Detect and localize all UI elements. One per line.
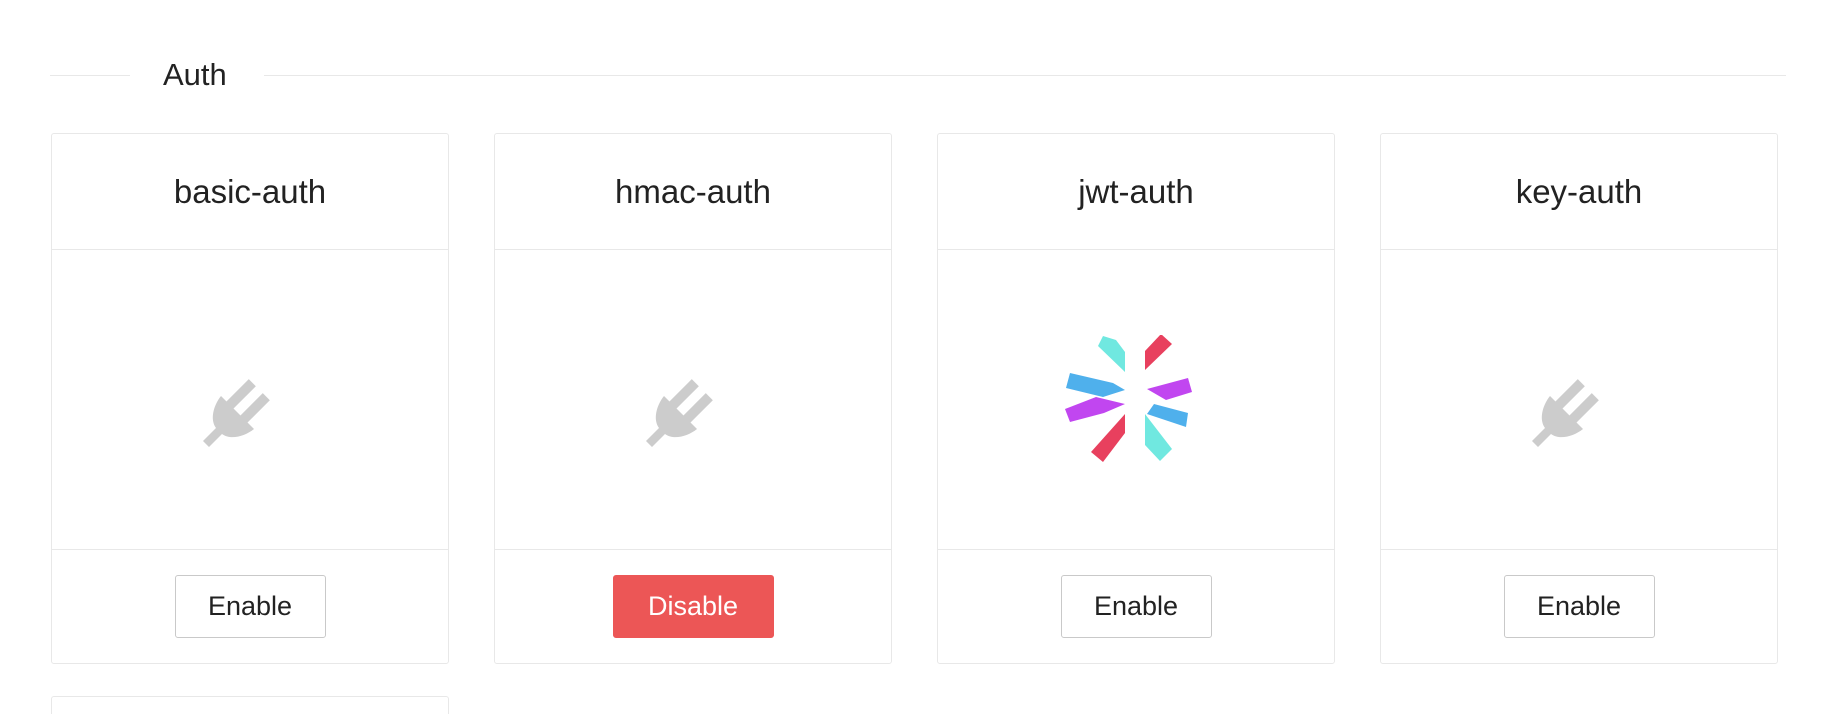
- plugins-page: Auth basic-auth Enable hmac-auth Disable…: [0, 0, 1826, 714]
- plugin-card-key-auth: key-auth Enable: [1380, 133, 1778, 664]
- enable-button[interactable]: Enable: [1503, 575, 1655, 638]
- plugin-card-icon-area: [1381, 250, 1777, 550]
- plugin-card-jwt-auth: jwt-auth Enable: [937, 133, 1335, 664]
- plug-icon: [203, 378, 270, 447]
- plugin-card-footer: Enable: [1381, 550, 1777, 663]
- plugin-card-list: basic-auth Enable hmac-auth Disable jwt-…: [51, 133, 1778, 664]
- jwt-petal: [1091, 413, 1125, 462]
- plugin-card-basic-auth: basic-auth Enable: [51, 133, 449, 664]
- plugin-card-footer: Enable: [52, 550, 448, 663]
- plugin-card-title: jwt-auth: [938, 134, 1334, 250]
- section-title: Auth: [163, 57, 227, 92]
- plugin-card-icon-area: [938, 250, 1334, 550]
- jwt-petal: [1098, 335, 1125, 372]
- plugin-card-icon-area: [495, 250, 891, 550]
- enable-button[interactable]: Enable: [1060, 575, 1212, 638]
- section-divider-left: [50, 75, 130, 76]
- plugin-card-title: key-auth: [1381, 134, 1777, 250]
- jwt-petal: [1065, 396, 1125, 422]
- plugin-card-title: basic-auth: [52, 134, 448, 250]
- plugin-card-icon-area: [52, 250, 448, 550]
- plug-icon: [1532, 378, 1599, 447]
- plugin-card-footer: Disable: [495, 550, 891, 663]
- plugin-card-next-row: [51, 696, 449, 714]
- section-divider-right: [264, 75, 1786, 76]
- jwt-petal: [1147, 403, 1188, 427]
- jwt-petal: [1066, 372, 1125, 397]
- enable-button[interactable]: Enable: [174, 575, 326, 638]
- jwt-petal: [1145, 413, 1172, 461]
- plugin-card-hmac-auth: hmac-auth Disable: [494, 133, 892, 664]
- disable-button[interactable]: Disable: [612, 575, 774, 638]
- plug-icon: [646, 378, 713, 447]
- plugin-card-title: hmac-auth: [495, 134, 891, 250]
- plugin-card-footer: Enable: [938, 550, 1334, 663]
- jwt-petal: [1145, 334, 1172, 370]
- section-header-auth: Auth: [50, 52, 1786, 98]
- jwt-petal: [1147, 377, 1192, 400]
- jwt-logo-icon: [1065, 334, 1192, 462]
